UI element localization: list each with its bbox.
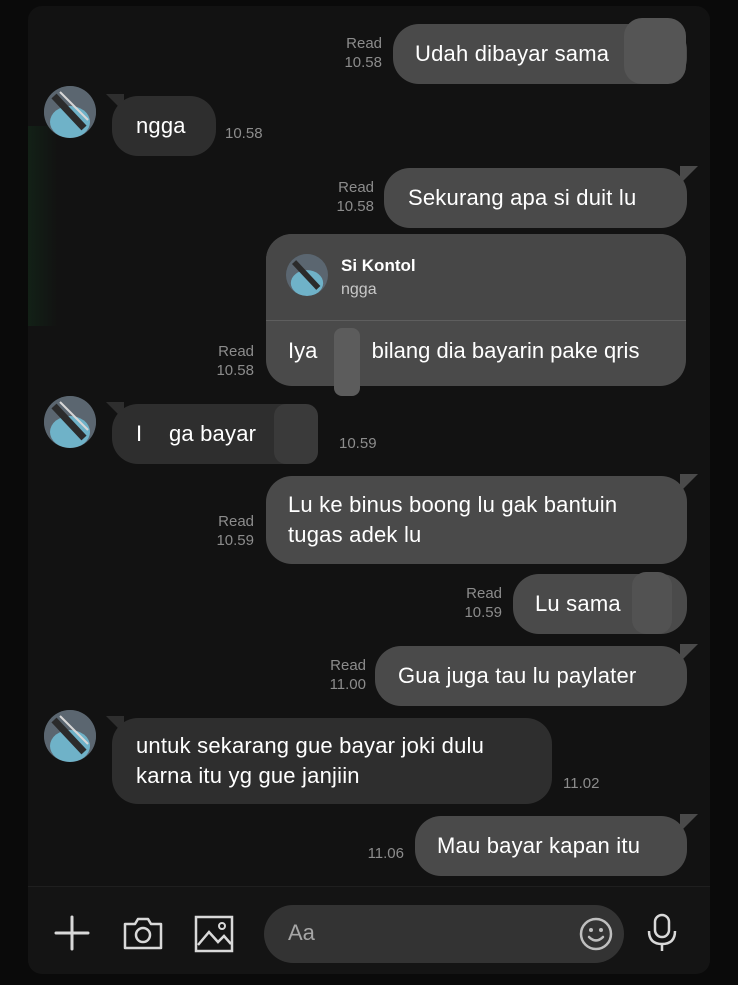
message-bubble-outgoing[interactable]: Gua juga tau lu paylater: [375, 646, 687, 706]
message-text-line: Lu ke binus boong lu gak bantuin: [288, 492, 618, 517]
avatar-photo-icon: [286, 254, 328, 296]
message-composer-bar: Aa: [28, 886, 710, 974]
time-label: 10.58: [344, 54, 382, 71]
image-icon[interactable]: [194, 915, 234, 953]
message-bubble-outgoing[interactable]: Sekurang apa si duit lu: [384, 168, 687, 228]
bubble-tail: [680, 814, 698, 832]
message-text-part: bilang dia bayarin pake qris: [371, 338, 640, 363]
message-text-line: untuk sekarang gue bayar joki dulu: [136, 733, 485, 758]
message-text: Lu sama: [535, 591, 621, 616]
quoted-message[interactable]: Si Kontol ngga: [266, 234, 686, 321]
time-label: 11.00: [329, 676, 366, 693]
time-label: 10.59: [216, 532, 254, 549]
message-time: 10.59: [339, 435, 377, 452]
avatar-photo-icon: [44, 86, 96, 138]
read-label: Read: [330, 657, 366, 674]
message-read-status: Read 10.58: [202, 342, 254, 380]
message-time: 11.06: [367, 845, 404, 862]
camera-icon[interactable]: [122, 915, 164, 951]
message-text: Mau bayar kapan itu: [437, 833, 641, 858]
quoted-sender-name: Si Kontol: [341, 256, 416, 275]
bubble-tail: [680, 644, 698, 662]
message-text-part: I: [136, 421, 143, 446]
read-label: Read: [218, 513, 254, 530]
contact-avatar[interactable]: [44, 86, 96, 138]
time-label: 10.58: [336, 198, 374, 215]
microphone-icon[interactable]: [646, 913, 678, 953]
message-read-status: Read 10.59: [202, 512, 254, 550]
contact-avatar[interactable]: [44, 710, 96, 762]
time-label: 10.58: [216, 362, 254, 379]
message-bubble-outgoing[interactable]: Mau bayar kapan itu: [415, 816, 687, 876]
message-text-line: tugas adek lu: [288, 522, 422, 547]
quoted-avatar: [286, 254, 328, 296]
time-label: 10.59: [464, 604, 502, 621]
message-text-line: karna itu yg gue janjiin: [136, 763, 360, 788]
chat-screen: Read 10.58 Udah dibayar sama ngga 10.58 …: [28, 6, 710, 974]
quoted-text: ngga: [341, 281, 377, 298]
message-text: Udah dibayar sama: [415, 41, 610, 66]
read-label: Read: [466, 585, 502, 602]
redaction-patch: [624, 18, 686, 84]
message-bubble-reply[interactable]: Si Kontol ngga Iya bilang dia bayarin pa…: [266, 234, 686, 386]
message-text: Sekurang apa si duit lu: [408, 185, 637, 210]
plus-icon[interactable]: [54, 915, 90, 951]
message-text: ngga: [136, 113, 186, 138]
message-read-status: Read 11.00: [314, 656, 366, 694]
message-read-status: Read 10.59: [450, 584, 502, 622]
message-bubble-incoming[interactable]: ngga: [112, 96, 216, 156]
read-label: Read: [346, 35, 382, 52]
redaction-patch: [274, 404, 318, 464]
message-bubble-incoming[interactable]: untuk sekarang gue bayar joki dulu karna…: [112, 718, 552, 804]
edge-glow: [28, 126, 58, 326]
read-label: Read: [338, 179, 374, 196]
avatar-photo-icon: [44, 710, 96, 762]
redaction-patch: [334, 328, 360, 396]
message-text-part: ga bayar: [168, 421, 257, 446]
input-placeholder: Aa: [288, 920, 315, 945]
message-input[interactable]: Aa: [264, 905, 624, 963]
message-read-status: Read 10.58: [330, 34, 382, 72]
avatar-photo-icon: [44, 396, 96, 448]
redaction-patch: [632, 572, 672, 634]
message-bubble-outgoing[interactable]: Lu ke binus boong lu gak bantuin tugas a…: [266, 476, 687, 564]
bubble-tail: [680, 474, 698, 492]
message-time: 10.58: [225, 125, 263, 142]
read-label: Read: [218, 343, 254, 360]
message-read-status: Read 10.58: [322, 178, 374, 216]
message-time: 11.02: [563, 775, 600, 792]
message-text-part: Iya: [288, 338, 318, 363]
message-text: Gua juga tau lu paylater: [398, 663, 637, 688]
contact-avatar[interactable]: [44, 396, 96, 448]
smiley-icon[interactable]: [578, 916, 614, 952]
